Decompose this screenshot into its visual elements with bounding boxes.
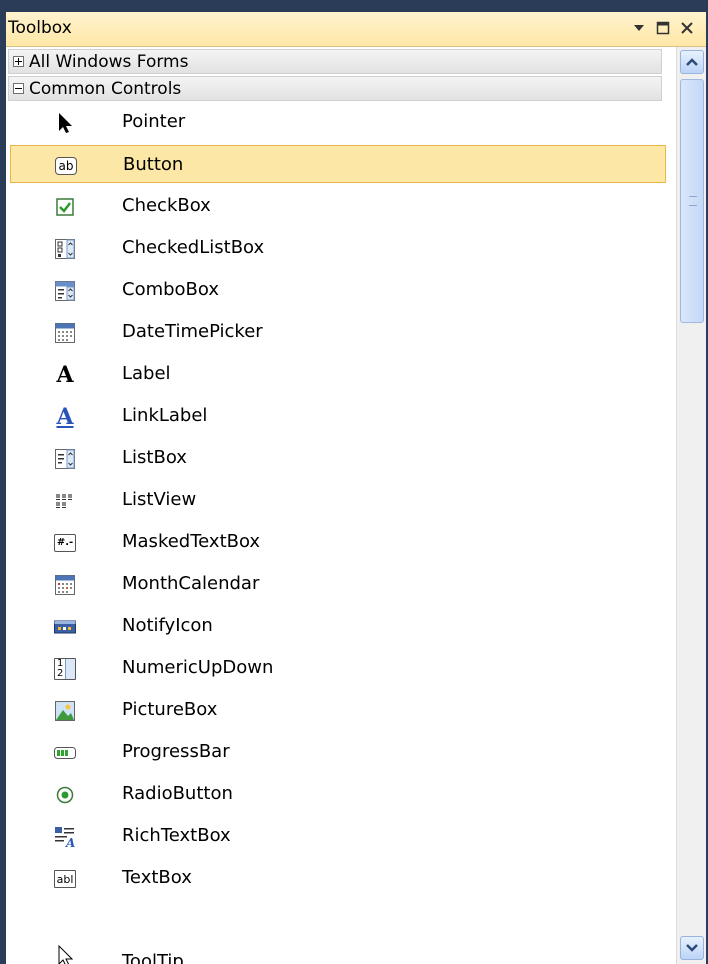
listbox-icon xyxy=(54,448,76,470)
textbox-icon: abl xyxy=(54,868,76,890)
toolbox-item-richtextbox[interactable]: A RichTextBox xyxy=(10,817,666,855)
datetimepicker-icon xyxy=(54,322,76,344)
toolbox-title: Toolbox xyxy=(8,18,72,38)
toolbox-item-label[interactable]: A Label xyxy=(10,355,666,393)
linklabel-icon: A xyxy=(54,404,76,430)
scrollbar-thumb[interactable] xyxy=(680,79,704,323)
pointer-arrow-icon xyxy=(54,112,76,134)
toolbox-item-linklabel[interactable]: A LinkLabel xyxy=(10,397,666,435)
item-label: RichTextBox xyxy=(122,825,231,846)
toolbox-item-notifyicon[interactable]: NotifyIcon xyxy=(10,607,666,645)
item-label: MonthCalendar xyxy=(122,573,260,594)
group-all-windows-forms[interactable]: All Windows Forms xyxy=(8,49,662,74)
item-label: ListView xyxy=(122,489,197,510)
item-label: NotifyIcon xyxy=(122,615,213,636)
tooltip-icon xyxy=(54,945,76,964)
toolbox-item-textbox[interactable]: abl TextBox xyxy=(10,859,666,897)
vertical-scrollbar[interactable] xyxy=(676,47,706,964)
toolbox-titlebar: Toolbox xyxy=(6,12,706,47)
toolbox-item-tooltip[interactable]: ToolTip xyxy=(10,943,666,964)
collapse-minus-icon[interactable] xyxy=(13,83,24,94)
button-icon: ab xyxy=(55,155,77,177)
toolbox-item-pointer[interactable]: Pointer xyxy=(10,103,666,141)
radiobutton-icon xyxy=(54,784,76,806)
toolbox-item-button[interactable]: ab Button xyxy=(10,145,666,183)
item-label: ProgressBar xyxy=(122,741,230,762)
notifyicon-icon xyxy=(54,616,76,638)
svg-text:A: A xyxy=(65,836,75,848)
toolbox-item-listbox[interactable]: ListBox xyxy=(10,439,666,477)
dropdown-arrow-icon[interactable] xyxy=(628,16,650,40)
item-label: MaskedTextBox xyxy=(122,531,261,552)
label-icon-glyph: A xyxy=(56,362,74,388)
numericupdown-box: 1 2 xyxy=(54,658,76,680)
item-label: Button xyxy=(123,154,184,175)
listview-icon xyxy=(54,490,76,512)
textbox-icon-text: abl xyxy=(54,870,76,888)
item-label: DateTimePicker xyxy=(122,321,263,342)
item-label: CheckedListBox xyxy=(122,237,265,258)
label-icon: A xyxy=(54,362,76,388)
richtextbox-icon: A xyxy=(54,826,76,848)
toolbox-item-checkedlistbox[interactable]: CheckedListBox xyxy=(10,229,666,267)
toolbox-item-listview[interactable]: ListView xyxy=(10,481,666,519)
toolbox-item-picturebox[interactable]: PictureBox xyxy=(10,691,666,729)
numeric-spinner xyxy=(65,659,75,679)
numericupdown-icon: 1 2 xyxy=(54,658,76,680)
maskedtextbox-icon: #.- xyxy=(54,532,76,554)
item-label: ComboBox xyxy=(122,279,220,300)
scrollbar-grip xyxy=(689,196,697,206)
picturebox-icon xyxy=(54,700,76,722)
toolbox-item-combobox[interactable]: ComboBox xyxy=(10,271,666,309)
toolbox-item-radiobutton[interactable]: RadioButton xyxy=(10,775,666,813)
checked-listbox-icon xyxy=(54,238,76,260)
item-label: ListBox xyxy=(122,447,187,468)
toolbox-item-progressbar[interactable]: ProgressBar xyxy=(10,733,666,771)
toolbox-window: Toolbox All Windows Forms Common Control… xyxy=(6,12,706,964)
item-label: Pointer xyxy=(122,111,186,132)
toolbox-item-numericupdown[interactable]: 1 2 NumericUpDown xyxy=(10,649,666,687)
item-label: ToolTip xyxy=(122,951,184,964)
toolbox-item-monthcalendar[interactable]: MonthCalendar xyxy=(10,565,666,603)
numeric-bottom-digit: 2 xyxy=(57,668,64,679)
group-label: Common Controls xyxy=(29,79,182,99)
window-maximize-icon[interactable] xyxy=(652,16,674,40)
expand-plus-icon[interactable] xyxy=(13,56,24,67)
scroll-up-icon[interactable] xyxy=(680,50,704,74)
group-label: All Windows Forms xyxy=(29,52,189,72)
item-label: NumericUpDown xyxy=(122,657,274,678)
item-label: LinkLabel xyxy=(122,405,208,426)
monthcalendar-icon xyxy=(54,574,76,596)
toolbox-item-maskedtextbox[interactable]: #.- MaskedTextBox xyxy=(10,523,666,561)
button-icon-text: ab xyxy=(55,157,77,175)
item-label: TextBox xyxy=(122,867,192,888)
progressbar-icon xyxy=(54,742,76,764)
toolbox-list: All Windows Forms Common Controls Pointe… xyxy=(6,47,676,964)
item-label: RadioButton xyxy=(122,783,233,804)
close-icon[interactable] xyxy=(676,16,698,40)
scroll-down-icon[interactable] xyxy=(680,936,704,960)
checkbox-icon xyxy=(54,196,76,218)
toolbox-item-checkbox[interactable]: CheckBox xyxy=(10,187,666,225)
group-common-controls[interactable]: Common Controls xyxy=(8,76,662,101)
combobox-icon xyxy=(54,280,76,302)
item-label: CheckBox xyxy=(122,195,211,216)
linklabel-icon-glyph: A xyxy=(56,404,74,430)
item-label: PictureBox xyxy=(122,699,218,720)
toolbox-item-datetimepicker[interactable]: DateTimePicker xyxy=(10,313,666,351)
item-label: Label xyxy=(122,363,171,384)
maskedtextbox-icon-text: #.- xyxy=(54,534,76,552)
